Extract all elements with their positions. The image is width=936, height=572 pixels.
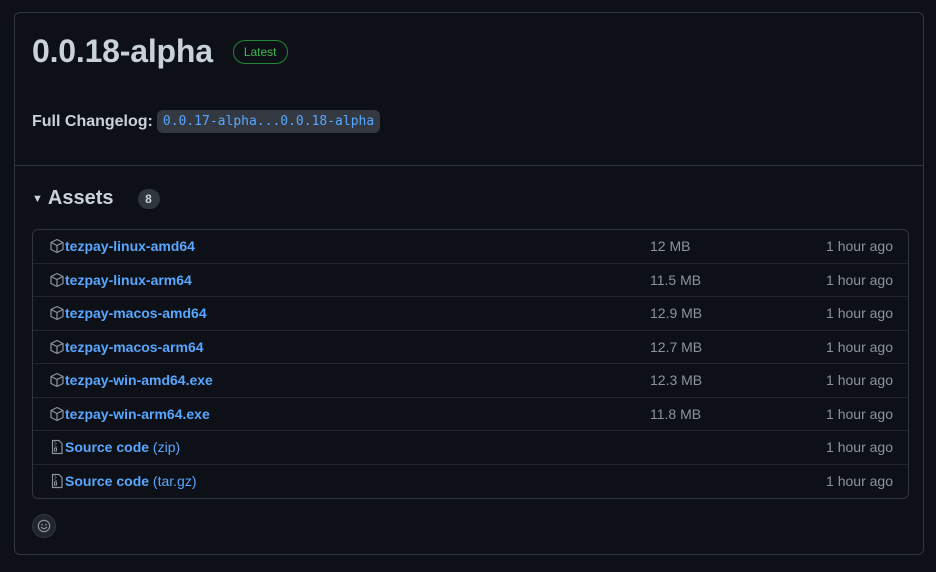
full-changelog: Full Changelog: 0.0.17-alpha...0.0.18-al… — [32, 110, 381, 133]
file-zip-icon — [49, 439, 65, 455]
asset-row: tezpay-win-amd64.exe 12.3 MB 1 hour ago — [33, 364, 908, 398]
asset-name: Source code — [65, 439, 150, 456]
asset-link[interactable]: tezpay-macos-amd64 — [65, 305, 207, 321]
asset-link[interactable]: tezpay-win-arm64.exe — [65, 406, 210, 422]
asset-time: 1 hour ago — [826, 271, 893, 288]
asset-row: tezpay-linux-amd64 12 MB 1 hour ago — [33, 230, 908, 264]
asset-link[interactable]: tezpay-linux-amd64 — [65, 238, 195, 254]
package-icon — [49, 406, 65, 422]
asset-link[interactable]: tezpay-win-amd64.exe — [65, 372, 213, 388]
smiley-icon — [37, 519, 51, 533]
file-zip-icon — [49, 473, 65, 489]
asset-size: 12.7 MB — [650, 338, 703, 355]
asset-link[interactable]: Source code (zip) — [65, 439, 180, 455]
asset-time: 1 hour ago — [826, 473, 893, 490]
package-icon — [49, 272, 65, 288]
release-card: 0.0.18-alpha Latest Full Changelog: 0.0.… — [14, 12, 924, 555]
asset-time: 1 hour ago — [826, 338, 893, 355]
asset-row: Source code (tar.gz) 1 hour ago — [33, 465, 908, 499]
asset-name: tezpay-linux-arm64 — [65, 271, 192, 288]
assets-count-badge: 8 — [137, 188, 160, 209]
asset-row: tezpay-macos-amd64 12.9 MB 1 hour ago — [33, 297, 908, 331]
asset-size: 12 MB — [650, 238, 691, 255]
asset-list: tezpay-linux-amd64 12 MB 1 hour ago tezpay-… — [32, 229, 909, 499]
assets-toggle[interactable]: ▼ Assets 8 — [32, 187, 160, 210]
asset-size: 12.3 MB — [650, 372, 703, 389]
asset-row: tezpay-win-arm64.exe 11.8 MB 1 hour ago — [33, 398, 908, 431]
asset-time: 1 hour ago — [826, 439, 893, 456]
section-divider — [15, 165, 923, 166]
asset-suffix: (tar.gz) — [149, 473, 197, 490]
asset-name: tezpay-macos-arm64 — [65, 338, 204, 355]
asset-name: tezpay-macos-amd64 — [65, 305, 207, 322]
asset-size: 11.8 MB — [650, 405, 702, 422]
package-icon — [49, 372, 65, 388]
asset-name: tezpay-win-amd64.exe — [65, 372, 213, 389]
asset-time: 1 hour ago — [826, 305, 893, 322]
asset-name: tezpay-linux-amd64 — [65, 238, 195, 255]
asset-suffix: (zip) — [149, 439, 181, 456]
asset-link[interactable]: Source code (tar.gz) — [65, 473, 197, 489]
asset-time: 1 hour ago — [826, 238, 893, 255]
asset-row: Source code (zip) 1 hour ago — [33, 431, 908, 465]
asset-size: 11.5 MB — [650, 271, 702, 288]
add-reaction-button[interactable] — [32, 514, 56, 538]
changelog-label: Full Changelog: — [32, 112, 153, 130]
asset-row: tezpay-macos-arm64 12.7 MB 1 hour ago — [33, 331, 908, 364]
asset-time: 1 hour ago — [826, 405, 893, 422]
asset-name: Source code — [65, 473, 150, 490]
triangle-down-icon: ▼ — [32, 192, 43, 205]
asset-row: tezpay-linux-arm64 11.5 MB 1 hour ago — [33, 264, 908, 297]
changelog-compare-link[interactable]: 0.0.17-alpha...0.0.18-alpha — [156, 110, 381, 133]
release-title[interactable]: 0.0.18-alpha — [32, 33, 213, 70]
asset-name: tezpay-win-arm64.exe — [65, 405, 210, 422]
release-header: 0.0.18-alpha Latest — [32, 33, 288, 70]
asset-link[interactable]: tezpay-macos-arm64 — [65, 339, 204, 355]
package-icon — [49, 339, 65, 355]
package-icon — [49, 238, 65, 254]
asset-size: 12.9 MB — [650, 305, 703, 322]
assets-title: Assets — [47, 187, 114, 209]
asset-link[interactable]: tezpay-linux-arm64 — [65, 272, 192, 288]
package-icon — [49, 305, 65, 321]
asset-time: 1 hour ago — [826, 372, 893, 389]
latest-badge: Latest — [232, 39, 288, 64]
